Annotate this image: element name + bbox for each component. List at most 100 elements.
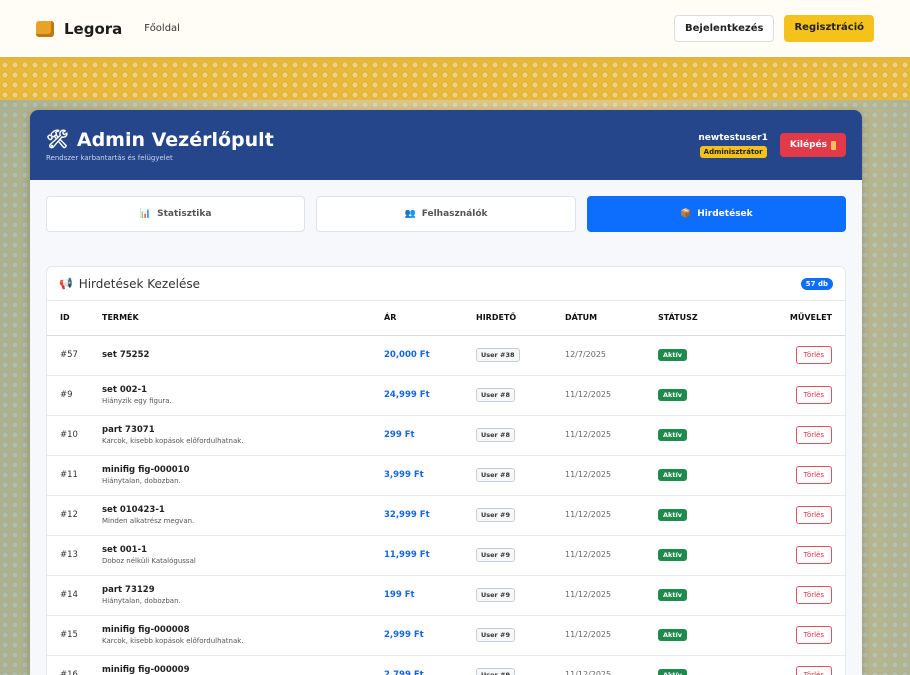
listing-id: #10 xyxy=(47,415,102,456)
status-badge: Aktív xyxy=(658,589,687,601)
table-row: #9 set 002-1 Hiányzik egy figura. 24,999 Ft… xyxy=(47,375,845,416)
delete-button[interactable]: Törlés xyxy=(795,386,832,404)
card-title: Hirdetések Kezelése xyxy=(78,276,200,291)
seller-badge: User #8 xyxy=(476,428,515,442)
seller-badge: User #8 xyxy=(476,468,515,482)
listing-date: 11/12/2025 xyxy=(565,430,612,439)
listing-id: #15 xyxy=(47,615,102,656)
status-badge: Aktív xyxy=(658,549,687,561)
listing-date: 11/12/2025 xyxy=(565,670,612,675)
listing-date: 11/12/2025 xyxy=(565,550,612,559)
tab-users[interactable]: 👥 Felhasználók xyxy=(316,196,576,232)
page-title: Admin Vezérlőpult xyxy=(76,128,274,151)
table-row: #11 minifig fig-000010 Hiánytalan, dobozba… xyxy=(47,455,845,496)
status-badge: Aktív xyxy=(658,629,687,641)
table-row: #14 part 73129 Hiánytalan, dobozban. 199 Ft… xyxy=(47,575,845,616)
price: 24,999 Ft xyxy=(384,390,430,400)
tab-listings[interactable]: 📦 Hirdetések xyxy=(586,196,846,232)
register-button[interactable]: Regisztráció xyxy=(784,15,874,42)
table-row: #13 set 001-1 Doboz nélküli Katalógussal 11… xyxy=(47,535,845,576)
logout-button[interactable]: Kilépés xyxy=(779,133,846,157)
listing-id: #13 xyxy=(47,535,102,576)
product-name: part 73071 xyxy=(102,425,155,435)
col-header-price: ÁR xyxy=(384,301,476,336)
page-subtitle: Rendszer karbantartás és felügyelet xyxy=(46,153,173,162)
table-row: #15 minifig fig-000008 Karcok, kisebb kopá… xyxy=(47,615,845,656)
listings-card: 📢 Hirdetések Kezelése 57 db ID TERMÉK ÁR… xyxy=(46,266,846,675)
price: 20,000 Ft xyxy=(384,350,430,360)
tab-label: Felhasználók xyxy=(421,209,488,219)
seller-badge: User #9 xyxy=(476,668,515,675)
product-name: set 75252 xyxy=(102,350,150,360)
listing-id: #9 xyxy=(47,375,102,416)
product-description: Minden alkatrész megvan. xyxy=(102,517,195,525)
delete-button[interactable]: Törlés xyxy=(795,466,832,484)
status-badge: Aktív xyxy=(658,669,687,675)
listing-id: #14 xyxy=(47,575,102,616)
username: newtestuser1 xyxy=(698,132,768,143)
listing-id: #16 xyxy=(47,655,102,675)
tab-bar: 📊 Statisztika 👥 Felhasználók 📦 Hirdetése… xyxy=(30,180,862,232)
count-badge: 57 db xyxy=(800,277,833,290)
price: 3,999 Ft xyxy=(384,470,424,480)
table-row: #10 part 73071 Karcok, kisebb kopások előf… xyxy=(47,415,845,456)
product-description: Karcok, kisebb kopások előfordulhatnak. xyxy=(102,637,244,645)
price: 2,799 Ft xyxy=(384,670,424,675)
nav-link-home[interactable]: Főoldal xyxy=(144,23,180,34)
status-badge: Aktív xyxy=(658,349,687,361)
megaphone-icon: 📢 xyxy=(59,277,73,290)
listing-date: 11/12/2025 xyxy=(565,590,612,599)
user-info: newtestuser1 Adminisztrátor xyxy=(698,132,768,158)
login-button[interactable]: Bejelentkezés xyxy=(674,15,775,42)
seller-badge: User #9 xyxy=(476,508,515,522)
product-name: minifig fig-000009 xyxy=(102,665,190,675)
product-description: Doboz nélküli Katalógussal xyxy=(102,557,196,565)
brand[interactable]: Legora xyxy=(36,20,122,38)
seller-badge: User #38 xyxy=(476,348,520,362)
status-badge: Aktív xyxy=(658,509,687,521)
delete-button[interactable]: Törlés xyxy=(795,546,832,564)
col-header-date: DÁTUM xyxy=(565,301,658,336)
listing-id: #57 xyxy=(47,335,102,376)
price: 32,999 Ft xyxy=(384,510,430,520)
listing-date: 12/7/2025 xyxy=(565,350,607,359)
delete-button[interactable]: Törlés xyxy=(795,426,832,444)
product-name: set 002-1 xyxy=(102,385,148,395)
role-badge: Adminisztrátor xyxy=(699,145,767,158)
brand-name: Legora xyxy=(64,19,123,38)
product-name: minifig fig-000010 xyxy=(102,465,190,475)
col-header-action: MŰVELET xyxy=(766,301,845,336)
tools-icon: 🛠 xyxy=(46,129,69,150)
delete-button[interactable]: Törlés xyxy=(795,666,832,675)
door-icon xyxy=(831,140,836,150)
status-badge: Aktív xyxy=(658,429,687,441)
col-header-status: STÁTUSZ xyxy=(658,301,766,336)
tab-statistics[interactable]: 📊 Statisztika xyxy=(46,196,306,232)
product-name: set 001-1 xyxy=(102,545,148,555)
delete-button[interactable]: Törlés xyxy=(795,506,832,524)
col-header-seller: HIRDETŐ xyxy=(476,301,565,336)
delete-button[interactable]: Törlés xyxy=(795,346,832,364)
listing-date: 11/12/2025 xyxy=(565,390,612,399)
top-navbar: Legora Főoldal Bejelentkezés Regisztráci… xyxy=(0,0,910,60)
col-header-product: TERMÉK xyxy=(102,301,384,336)
listing-id: #11 xyxy=(47,455,102,496)
listing-date: 11/12/2025 xyxy=(565,510,612,519)
admin-header: 🛠 Admin Vezérlőpult Rendszer karbantartá… xyxy=(30,110,862,180)
seller-badge: User #9 xyxy=(476,548,515,562)
price: 299 Ft xyxy=(384,430,415,440)
tab-label: Hirdetések xyxy=(697,209,753,219)
listing-date: 11/12/2025 xyxy=(565,470,612,479)
price: 199 Ft xyxy=(384,590,415,600)
col-header-id: ID xyxy=(47,301,102,336)
package-icon: 📦 xyxy=(679,209,692,219)
chart-icon: 📊 xyxy=(139,209,152,219)
status-badge: Aktív xyxy=(658,469,687,481)
table-row: #16minifig fig-000009Minden alkatrész me… xyxy=(47,655,845,675)
seller-badge: User #9 xyxy=(476,588,515,602)
product-description: Hiánytalan, dobozban. xyxy=(102,477,181,485)
delete-button[interactable]: Törlés xyxy=(795,626,832,644)
logout-label: Kilépés xyxy=(789,140,827,150)
delete-button[interactable]: Törlés xyxy=(795,586,832,604)
listing-date: 11/12/2025 xyxy=(565,630,612,639)
